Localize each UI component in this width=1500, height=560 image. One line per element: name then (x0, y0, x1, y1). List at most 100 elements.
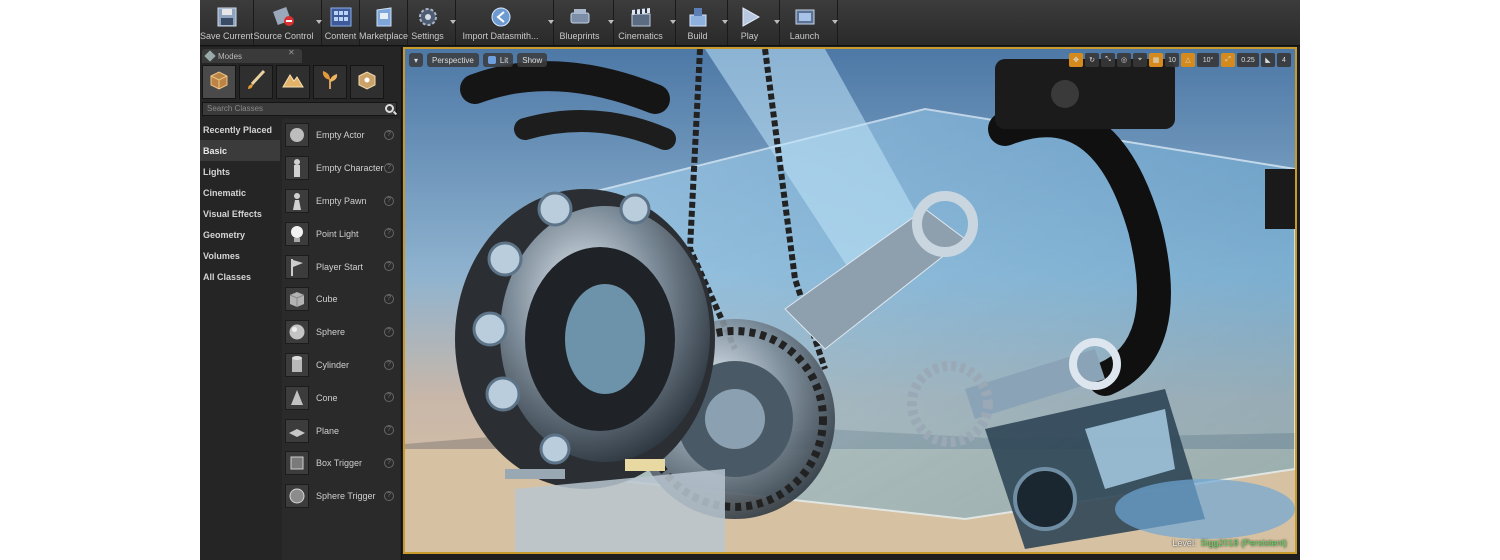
modes-icon (204, 50, 216, 62)
help-icon[interactable]: ? (384, 130, 394, 140)
geometry-mode-button[interactable] (350, 65, 384, 99)
perspective-button[interactable]: Perspective (427, 53, 479, 67)
build-button[interactable]: Build (676, 0, 728, 45)
foliage-mode-button[interactable] (313, 65, 347, 99)
place-mode-button[interactable] (202, 65, 236, 99)
marketplace-icon (372, 6, 396, 28)
help-icon[interactable]: ? (384, 490, 394, 501)
close-icon[interactable]: ✕ (288, 48, 295, 57)
help-icon[interactable]: ? (384, 326, 394, 337)
category-list: Recently Placed Basic Lights Cinematic V… (200, 119, 280, 287)
level-viewport[interactable]: ▾ Perspective Lit Show ✥ ↻ ⤡ ◎ ⌖ ▦ 10 △ … (403, 47, 1297, 554)
settings-button[interactable]: Settings (408, 0, 456, 45)
modes-tab[interactable]: Modes (202, 49, 302, 63)
play-button[interactable]: Play (728, 0, 780, 45)
item-label: Empty Pawn (316, 195, 367, 206)
list-item-sphere-trigger[interactable]: Sphere Trigger ? (282, 480, 400, 513)
category-geometry[interactable]: Geometry (200, 224, 280, 245)
help-icon[interactable]: ? (384, 359, 394, 370)
chevron-down-icon: ▾ (414, 55, 419, 65)
list-item-empty-actor[interactable]: Empty Actor ? (282, 119, 400, 152)
launch-button[interactable]: Launch (780, 0, 838, 45)
modes-tab-label: Modes (218, 51, 243, 61)
content-button[interactable]: Content (322, 0, 360, 45)
category-all-classes[interactable]: All Classes (200, 266, 280, 287)
item-label: Point Light (316, 228, 359, 239)
paint-mode-button[interactable] (239, 65, 273, 99)
lit-button[interactable]: Lit (482, 53, 514, 67)
show-button[interactable]: Show (517, 53, 548, 67)
marketplace-label: Marketplace (358, 31, 409, 41)
list-item-plane[interactable]: Plane ? (282, 414, 400, 447)
flag-icon (285, 254, 309, 279)
help-icon[interactable]: ? (384, 228, 394, 239)
list-item-empty-pawn[interactable]: Empty Pawn ? (282, 185, 400, 218)
rotation-snap-value[interactable]: 10° (1197, 53, 1219, 67)
rotate-icon[interactable]: ↻ (1085, 53, 1099, 67)
category-recently-placed[interactable]: Recently Placed (200, 119, 280, 140)
blueprints-label: Blueprints (559, 31, 600, 41)
show-label: Show (522, 55, 543, 65)
content-icon (329, 6, 353, 28)
grid-snap-icon[interactable]: ▦ (1149, 53, 1163, 67)
scale-snap-value[interactable]: 0.25 (1237, 53, 1259, 67)
list-item-player-start[interactable]: Player Start ? (282, 250, 400, 283)
help-icon[interactable]: ? (384, 162, 394, 173)
lit-icon (487, 56, 496, 64)
category-volumes[interactable]: Volumes (200, 245, 280, 266)
select-mode-icon[interactable]: ✥ (1069, 53, 1083, 67)
help-icon[interactable]: ? (384, 293, 394, 304)
play-label: Play (740, 31, 759, 41)
scale-snap-icon[interactable]: ⤢ (1221, 53, 1235, 67)
camera-speed-icon[interactable]: ◣ (1261, 53, 1275, 67)
datasmith-icon (489, 6, 513, 28)
list-item-cylinder[interactable]: Cylinder ? (282, 349, 400, 382)
source-control-button[interactable]: Source Control (253, 0, 322, 45)
world-local-icon[interactable]: ◎ (1117, 53, 1131, 67)
cinematics-button[interactable]: Cinematics (614, 0, 676, 45)
save-icon (215, 6, 239, 28)
list-item-cone[interactable]: Cone ? (282, 381, 400, 414)
item-label: Empty Character (316, 163, 384, 174)
save-current-button[interactable]: Save Current (200, 0, 254, 45)
viewport-transform-toolbar: ✥ ↻ ⤡ ◎ ⌖ ▦ 10 △ 10° ⤢ 0.25 ◣ 4 (1069, 53, 1291, 67)
search-classes-input[interactable]: Search Classes (202, 102, 397, 116)
lit-label: Lit (499, 55, 509, 65)
category-basic[interactable]: Basic (200, 140, 280, 161)
category-lights[interactable]: Lights (200, 161, 280, 182)
list-item-empty-character[interactable]: Empty Character ? (282, 152, 400, 185)
cinematics-label: Cinematics (618, 31, 663, 41)
help-icon[interactable]: ? (384, 425, 394, 436)
rotation-snap-icon[interactable]: △ (1181, 53, 1195, 67)
chevron-down-icon[interactable] (832, 20, 838, 24)
category-visual-effects[interactable]: Visual Effects (200, 203, 280, 224)
cinematics-icon (629, 6, 653, 28)
grid-snap-value[interactable]: 10 (1165, 53, 1179, 67)
help-icon[interactable]: ? (384, 392, 394, 403)
item-label: Cylinder (316, 359, 350, 370)
light-bulb-icon (285, 221, 309, 246)
list-item-point-light[interactable]: Point Light ? (282, 217, 400, 250)
build-icon (686, 6, 710, 28)
cube-icon (285, 287, 309, 312)
cylinder-icon (285, 352, 309, 377)
landscape-mode-button[interactable] (276, 65, 310, 99)
search-icon[interactable] (385, 104, 394, 113)
main-toolbar: Save Current Source Control Content Mark… (200, 0, 1300, 46)
marketplace-button[interactable]: Marketplace (358, 0, 409, 45)
help-icon[interactable]: ? (384, 457, 394, 468)
help-icon[interactable]: ? (384, 261, 394, 272)
scale-icon[interactable]: ⤡ (1101, 53, 1115, 67)
help-icon[interactable]: ? (384, 195, 394, 206)
character-icon (285, 156, 309, 181)
list-item-cube[interactable]: Cube ? (282, 283, 400, 316)
viewport-menu-button[interactable]: ▾ (409, 53, 424, 67)
blueprints-button[interactable]: Blueprints (554, 0, 614, 45)
category-cinematic[interactable]: Cinematic (200, 182, 280, 203)
camera-speed-value[interactable]: 4 (1277, 53, 1291, 67)
sphere-icon (285, 320, 309, 345)
list-item-box-trigger[interactable]: Box Trigger ? (282, 447, 400, 480)
import-datasmith-button[interactable]: Import Datasmith... (456, 0, 554, 45)
surface-snap-icon[interactable]: ⌖ (1133, 53, 1147, 67)
list-item-sphere[interactable]: Sphere ? (282, 316, 400, 349)
